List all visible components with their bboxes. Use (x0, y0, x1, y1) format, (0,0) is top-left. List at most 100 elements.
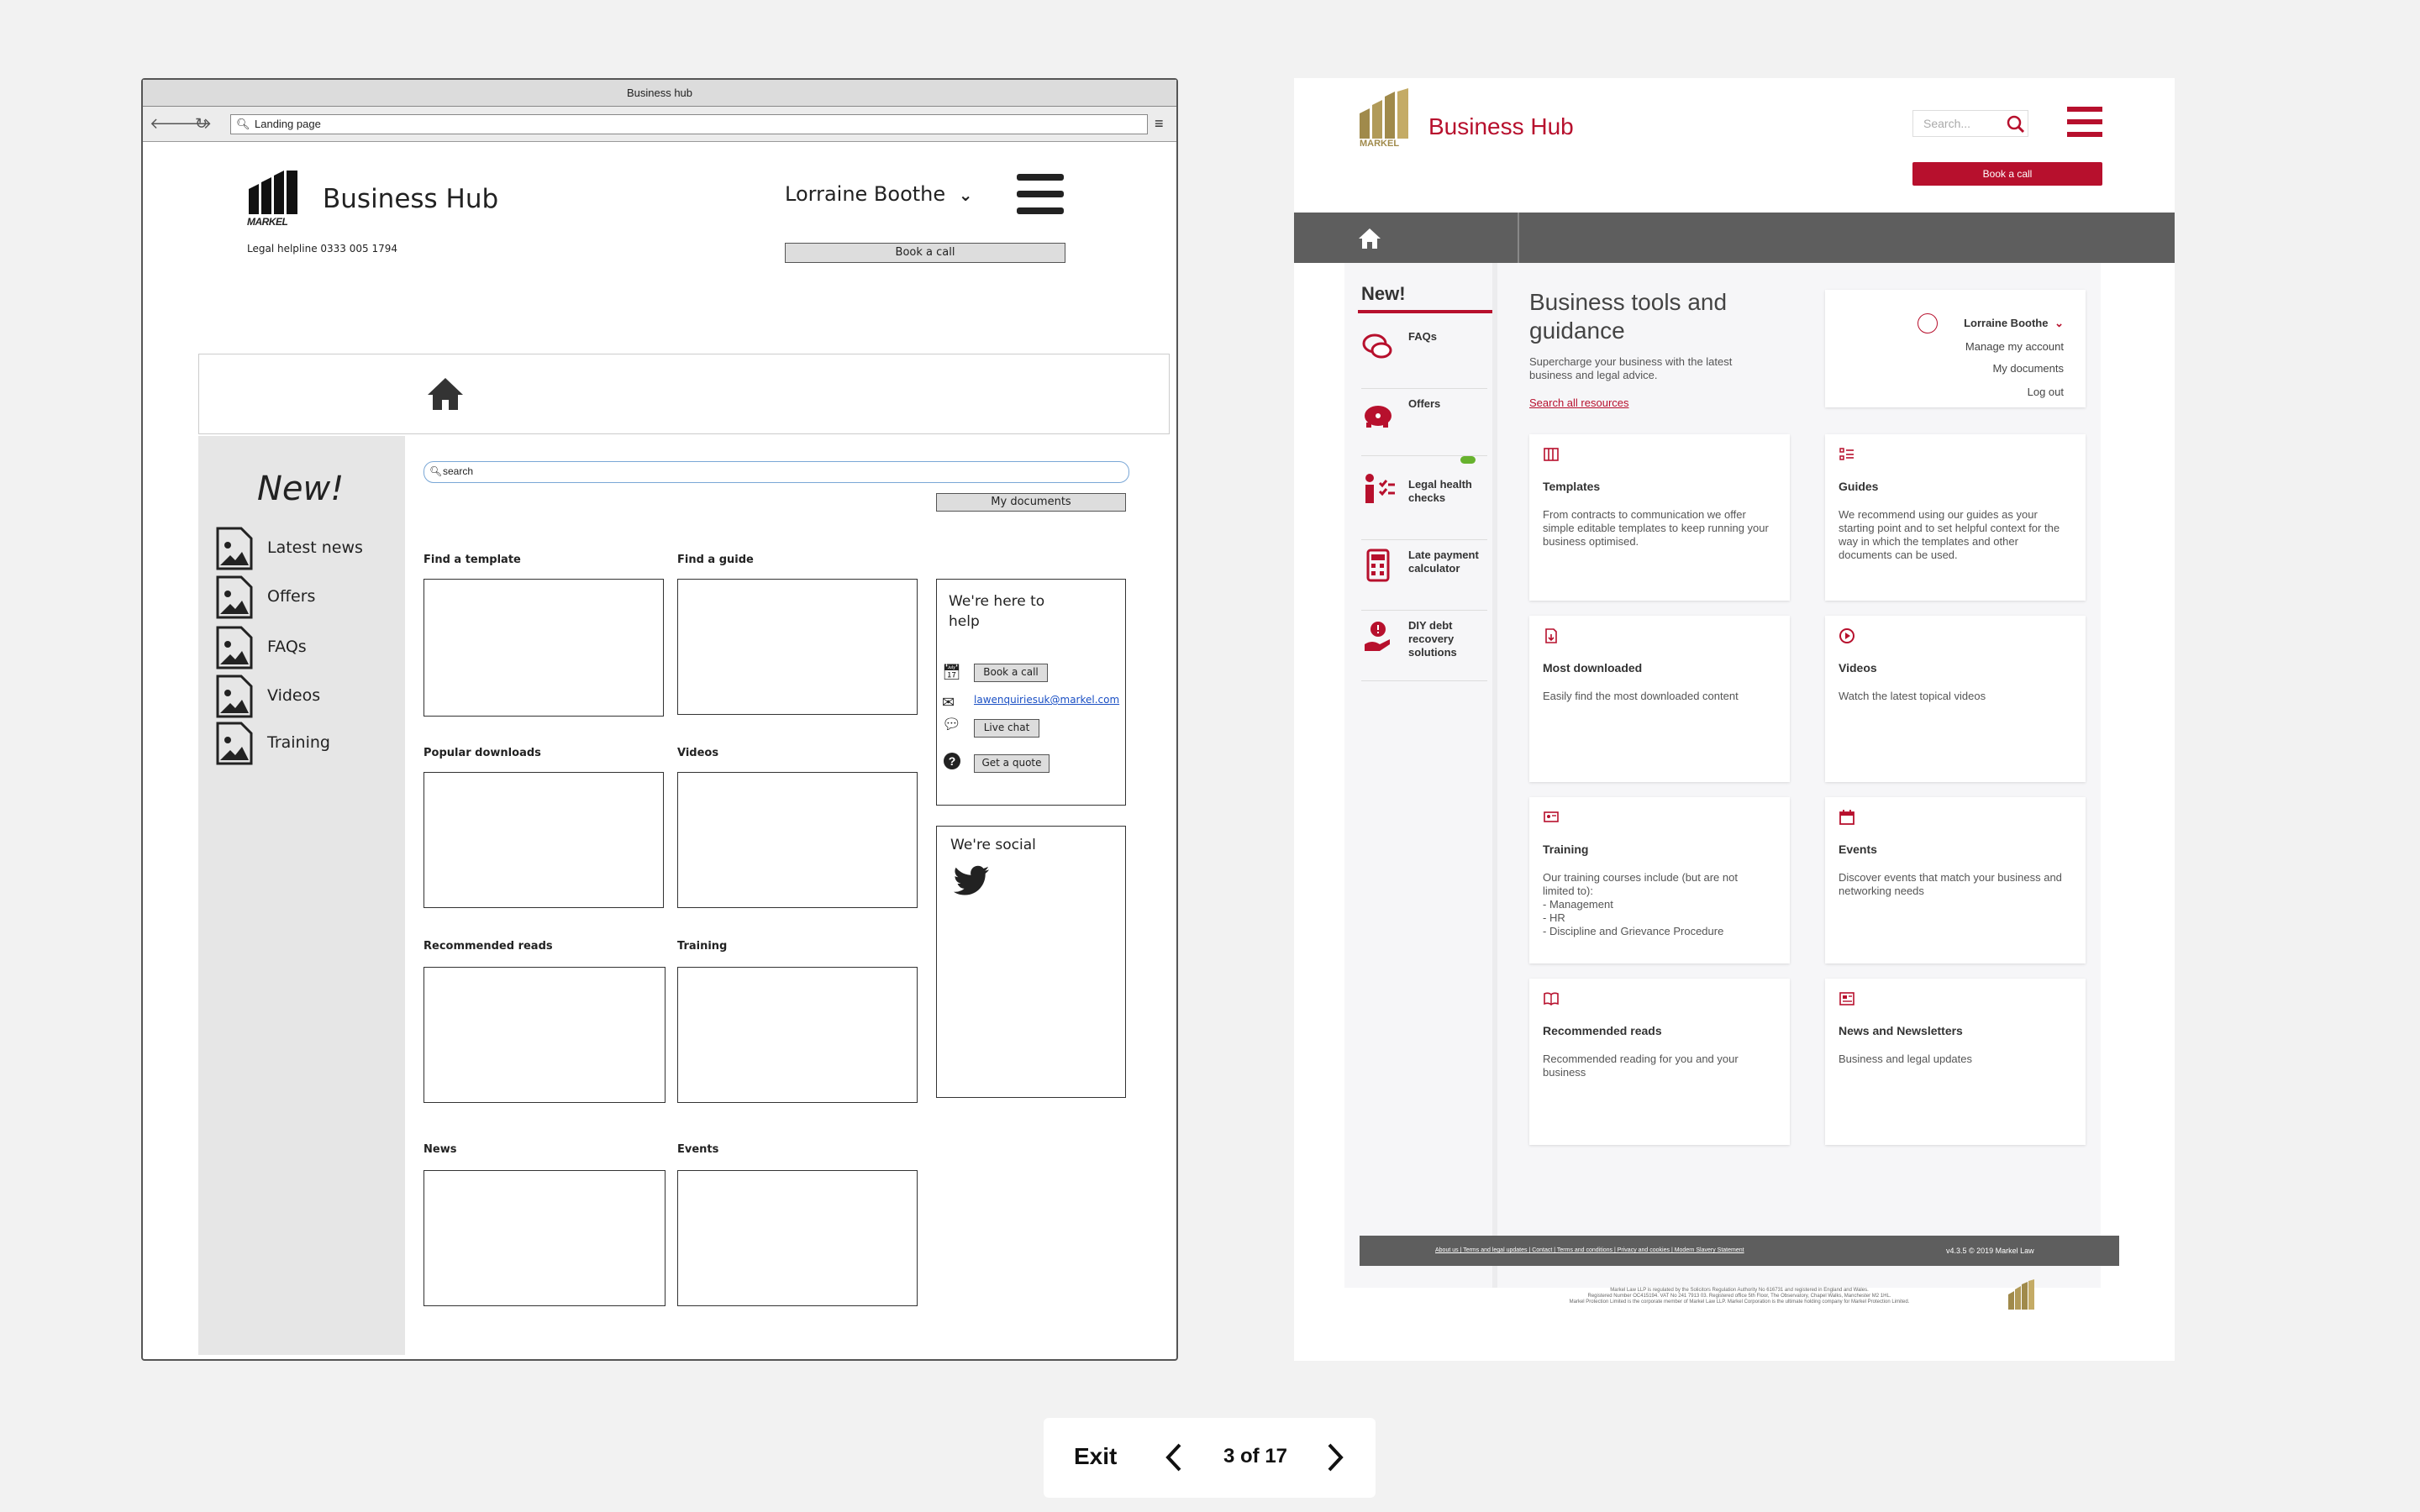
exit-button[interactable]: Exit (1074, 1443, 1117, 1470)
search-input[interactable]: 🔍︎ search (424, 461, 1129, 483)
card-templates[interactable]: Templates From contracts to communicatio… (1529, 434, 1790, 601)
url-text: Landing page (255, 118, 321, 130)
card-title: Most downloaded (1543, 661, 1643, 675)
find-guide-panel[interactable] (677, 579, 918, 715)
chevron-left-icon[interactable] (1165, 1443, 1183, 1472)
nav-item-label: Late payment calculator (1408, 549, 1479, 575)
sidebar-item-label: Training (267, 733, 330, 752)
section-label-recommended-reads: Recommended reads (424, 940, 553, 953)
debt-icon (1365, 622, 1390, 651)
design-mockup: MARKEL Business Hub Search... Book a cal… (1294, 78, 2175, 1361)
find-template-panel[interactable] (424, 579, 664, 717)
nav-item-late-payment-calculator[interactable]: Late payment calculator (1361, 540, 1487, 611)
my-documents-button[interactable]: My documents (936, 493, 1126, 512)
card-description: Business and legal updates (1839, 1053, 1973, 1065)
help-question-icon: ? (944, 753, 960, 769)
download-icon (1545, 628, 1557, 643)
card-recommended-reads[interactable]: Recommended reads Recommended reading fo… (1529, 979, 1790, 1145)
hamburger-menu-icon[interactable] (2067, 107, 2102, 139)
home-nav-bar (1294, 213, 2175, 263)
avatar-icon (1918, 313, 1938, 333)
card-news-newsletters[interactable]: News and Newsletters Business and legal … (1825, 979, 2086, 1145)
live-chat-button[interactable]: Live chat (974, 719, 1039, 738)
footer-links[interactable]: About us | Terms and legal updates | Con… (1435, 1247, 1744, 1253)
account-user-menu[interactable]: Lorraine Boothe ⌄ (1918, 313, 2064, 333)
recommended-reads-panel[interactable] (424, 967, 666, 1103)
search-placeholder: search (443, 465, 474, 477)
faq-icon (1362, 333, 1392, 359)
nav-item-faqs[interactable]: FAQs (1361, 322, 1487, 389)
browser-menu-icon[interactable]: ≡ (1155, 115, 1164, 133)
card-events[interactable]: Events Discover events that match your b… (1825, 797, 2086, 963)
sidebar-item-label: FAQs (267, 638, 307, 656)
card-description: Watch the latest topical videos (1839, 690, 1986, 702)
slide-pager: Exit 3 of 17 (1044, 1418, 1376, 1498)
search-icon[interactable] (2006, 114, 2026, 134)
card-guides[interactable]: Guides We recommend using our guides as … (1825, 434, 2086, 601)
helpline-text: Legal helpline 0333 005 1794 (247, 243, 397, 255)
search-placeholder: Search... (1923, 117, 1971, 130)
window-title: Business hub (143, 80, 1176, 107)
nav-item-diy-debt-recovery[interactable]: DIY debt recovery solutions (1361, 611, 1487, 681)
sidebar-item-faqs[interactable]: FAQs (215, 626, 383, 669)
chevron-right-icon[interactable] (1326, 1443, 1344, 1472)
browser-toolbar: 🡐 🡒 ↻ 🔍︎ Landing page ≡ (143, 107, 1176, 142)
events-panel[interactable] (677, 1170, 918, 1306)
sidebar-item-offers[interactable]: Offers (215, 575, 383, 619)
training-icon (1544, 811, 1559, 822)
manage-account-link[interactable]: Manage my account (1965, 340, 2064, 353)
search-input[interactable]: Search... (1912, 110, 2028, 137)
url-field[interactable]: 🔍︎ Landing page (230, 114, 1148, 134)
section-label-find-guide: Find a guide (677, 554, 754, 566)
help-title: We're here to help (949, 593, 1045, 630)
help-book-call-button[interactable]: Book a call (974, 664, 1048, 682)
user-menu[interactable]: Lorraine Boothe ⌄ (785, 182, 973, 206)
training-panel[interactable] (677, 967, 918, 1103)
checklist-icon (1365, 474, 1395, 503)
home-icon[interactable] (1358, 228, 1381, 249)
calendar-icon: 📅︎ (942, 664, 961, 680)
section-label-news: News (424, 1143, 457, 1156)
reload-icon[interactable]: ↻ (195, 115, 208, 133)
nav-item-label: FAQs (1408, 330, 1437, 343)
sidebar-item-training[interactable]: Training (215, 722, 383, 765)
email-icon: ✉︎ (942, 694, 955, 711)
log-out-link[interactable]: Log out (2028, 386, 2064, 398)
image-file-icon (216, 722, 253, 765)
card-title: Events (1839, 843, 1877, 856)
book-icon (1544, 992, 1559, 1006)
book-call-button[interactable]: Book a call (785, 243, 1065, 263)
piggy-bank-icon (1365, 406, 1392, 428)
nav-item-offers[interactable]: Offers (1361, 389, 1487, 456)
twitter-icon[interactable] (952, 865, 991, 899)
slide-counter: 3 of 17 (1223, 1445, 1288, 1467)
card-description: From contracts to communication we offer… (1543, 508, 1769, 548)
hamburger-menu-icon[interactable] (1017, 174, 1064, 216)
search-all-resources-link[interactable]: Search all resources (1529, 396, 1629, 409)
chevron-down-icon: ⌄ (2054, 317, 2064, 329)
social-title: We're social (950, 837, 1036, 853)
videos-panel[interactable] (677, 772, 918, 908)
card-videos[interactable]: Videos Watch the latest topical videos (1825, 616, 2086, 782)
sidebar-item-videos[interactable]: Videos (215, 675, 383, 718)
my-documents-link[interactable]: My documents (1992, 362, 2064, 375)
card-training[interactable]: Training Our training courses include (b… (1529, 797, 1790, 963)
news-panel[interactable] (424, 1170, 666, 1306)
user-name: Lorraine Boothe (785, 182, 946, 206)
card-most-downloaded[interactable]: Most downloaded Easily find the most dow… (1529, 616, 1790, 782)
card-title: Training (1543, 843, 1589, 856)
book-call-button[interactable]: Book a call (1912, 162, 2102, 186)
intro-text: Supercharge your business with the lates… (1529, 355, 1733, 381)
popular-downloads-panel[interactable] (424, 772, 664, 908)
card-description: Easily find the most downloaded content (1543, 690, 1739, 702)
get-quote-button[interactable]: Get a quote (974, 754, 1050, 773)
new-heading: New! (257, 470, 345, 508)
card-description: We recommend using our guides as your st… (1839, 508, 2060, 561)
nav-item-legal-health-checks[interactable]: Legal health checks (1361, 456, 1487, 540)
home-icon[interactable] (426, 376, 465, 412)
nav-item-label: Offers (1408, 397, 1441, 410)
template-icon (1544, 448, 1559, 461)
new-heading: New! (1361, 283, 1406, 304)
email-link[interactable]: lawenquiriesuk@markel.com (974, 694, 1119, 706)
sidebar-item-latest-news[interactable]: Latest news (215, 527, 383, 570)
